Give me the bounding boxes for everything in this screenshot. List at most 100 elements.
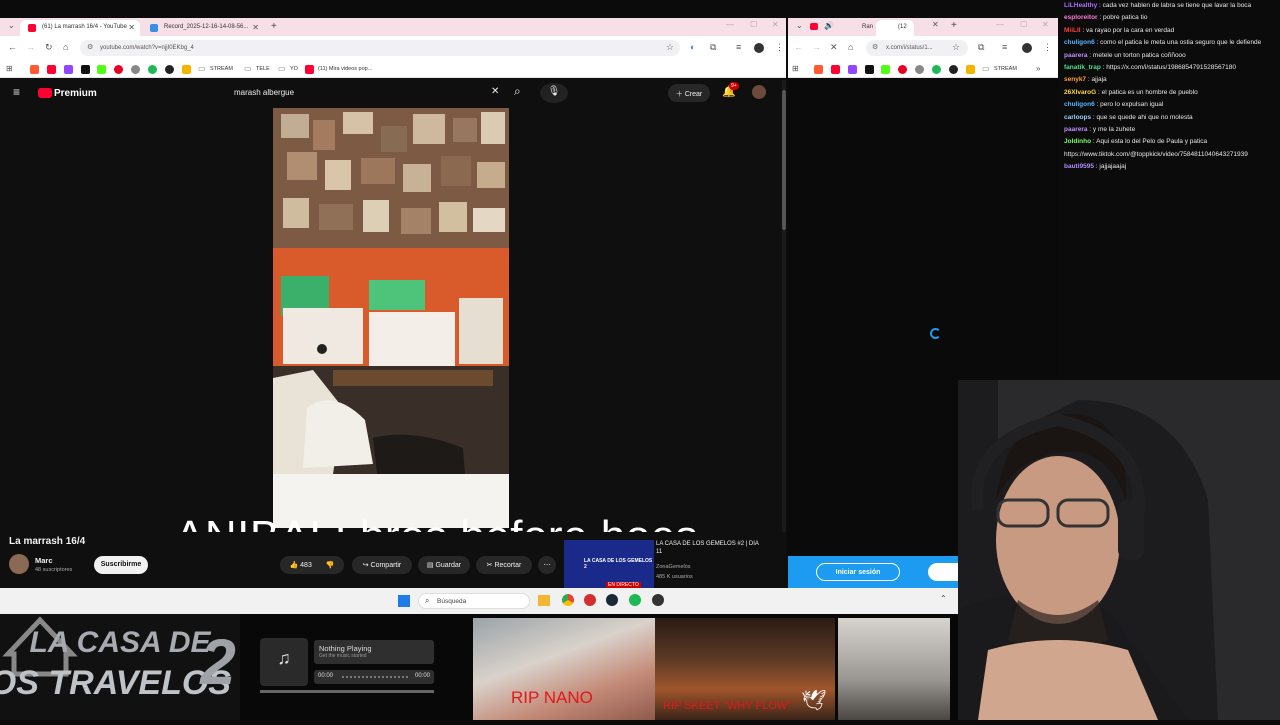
hamburger-menu-icon[interactable]: ≡	[13, 85, 20, 99]
new-tab-icon[interactable]: +	[951, 20, 957, 31]
forward-icon[interactable]: →	[26, 42, 35, 52]
bookmark-link[interactable]: (11) Mira videos pop...	[318, 66, 372, 72]
reload-icon[interactable]: ↻	[45, 42, 53, 53]
minimize-icon[interactable]: —	[996, 20, 1004, 29]
maximize-icon[interactable]: ☐	[1020, 20, 1027, 29]
stop-loading-icon[interactable]: ✕	[830, 42, 838, 53]
bookmark-icon[interactable]	[131, 65, 140, 74]
live-card-channel[interactable]: ZonaGemelos	[656, 564, 691, 570]
live-card-thumbnail[interactable]: LA CASA DE LOS GEMELOS 2 EN DIRECTO	[564, 540, 654, 588]
bookmark-folder-tele[interactable]: TELE	[256, 66, 270, 72]
live-card-title[interactable]: LA CASA DE LOS GEMELOS #2 | DIA 11	[656, 540, 766, 556]
bookmark-icon[interactable]	[165, 65, 174, 74]
chat-username[interactable]: esploreitor	[1064, 14, 1098, 21]
extensions-icon[interactable]: ⧉	[710, 42, 716, 53]
apps-grid-icon[interactable]: ⊞	[792, 64, 799, 73]
apps-grid-icon[interactable]: ⊞	[6, 64, 13, 73]
youtube-logo-icon[interactable]	[38, 88, 52, 98]
channel-name[interactable]: Marc	[35, 556, 53, 565]
scrollbar-thumb[interactable]	[782, 90, 786, 230]
file-explorer-icon[interactable]	[538, 595, 550, 606]
chat-username[interactable]: Joldinho	[1064, 138, 1091, 145]
extensions-icon[interactable]: ⧉	[978, 42, 984, 53]
tab-ran[interactable]: Ran	[840, 20, 874, 36]
chat-username[interactable]: chuligon6	[1064, 39, 1095, 46]
bookmark-icon[interactable]	[30, 65, 39, 74]
user-avatar[interactable]	[752, 85, 766, 99]
dislike-icon[interactable]: 👎	[326, 562, 335, 569]
chat-username[interactable]: carloops	[1064, 114, 1091, 121]
chat-username[interactable]: bauti9595	[1064, 163, 1094, 170]
create-button[interactable]: ＋ Crear	[668, 84, 710, 102]
close-window-icon[interactable]: ✕	[772, 20, 779, 29]
chat-link[interactable]: https://x.com/i/status/19868547915285671…	[1106, 64, 1236, 71]
pinterest-bookmark-icon[interactable]	[114, 65, 123, 74]
tiktok-bookmark-icon[interactable]	[81, 65, 90, 74]
close-tab-icon[interactable]: ✕	[252, 23, 259, 32]
more-bookmarks-icon[interactable]: »	[1036, 64, 1040, 73]
maximize-icon[interactable]: ☐	[750, 20, 757, 29]
home-icon[interactable]: ⌂	[848, 42, 853, 52]
bookmark-folder-stream[interactable]: STREAM	[210, 66, 233, 72]
chat-username[interactable]: LiLHealthy	[1064, 2, 1097, 9]
chat-username[interactable]: chuligon6	[1064, 101, 1095, 108]
windows-start-icon[interactable]	[398, 595, 410, 607]
login-button[interactable]: Iniciar sesión	[816, 563, 900, 581]
video-player[interactable]	[273, 108, 509, 528]
spotify-bookmark-icon[interactable]	[148, 65, 157, 74]
profile-avatar[interactable]	[754, 43, 764, 53]
twitch-bookmark-icon[interactable]	[848, 65, 857, 74]
search-input[interactable]: marash albergue ✕	[226, 84, 506, 102]
site-info-icon[interactable]: ⚙	[872, 43, 878, 51]
back-icon[interactable]: ←	[794, 42, 803, 52]
new-tab-icon[interactable]: +	[271, 21, 277, 32]
tab-youtube[interactable]: (61) La marrash 16/4 - YouTube ✕	[20, 20, 140, 36]
youtube-brand[interactable]: Premium	[54, 88, 97, 99]
subscribe-button[interactable]: Suscribirme	[94, 556, 148, 574]
chrome-icon[interactable]	[562, 594, 574, 606]
chat-link[interactable]: https://www.tiktok.com/@toppkick/video/7…	[1064, 151, 1248, 158]
bookmark-icon[interactable]	[949, 65, 958, 74]
bookmark-icon[interactable]	[814, 65, 823, 74]
chat-username[interactable]: senyk7	[1064, 76, 1086, 83]
chat-username[interactable]: fanatik_trap	[1064, 64, 1101, 71]
bookmark-icon[interactable]	[915, 65, 924, 74]
bookmark-star-icon[interactable]: ☆	[952, 42, 960, 53]
bookmark-folder-yo[interactable]: YO	[290, 66, 298, 72]
taskbar-search-input[interactable]: ⌕ Búsqueda	[418, 593, 530, 609]
more-actions-icon[interactable]: ⋯	[538, 556, 556, 574]
bookmark-icon[interactable]	[182, 65, 191, 74]
youtube-bookmark-icon[interactable]	[831, 65, 840, 74]
sidebar-icon[interactable]: ≡	[1002, 42, 1007, 52]
site-info-icon[interactable]: ⚙	[87, 43, 93, 51]
tiktok-bookmark-icon[interactable]	[865, 65, 874, 74]
search-icon[interactable]: ⌕	[514, 84, 521, 99]
bookmark-icon[interactable]	[966, 65, 975, 74]
chat-username[interactable]: 26XlvaroG	[1064, 89, 1096, 96]
voice-search-icon[interactable]: 🎙	[540, 83, 568, 103]
spotify-bookmark-icon[interactable]	[932, 65, 941, 74]
obs-icon[interactable]	[652, 594, 664, 606]
bookmark-star-icon[interactable]: ☆	[666, 42, 674, 53]
spotify-icon[interactable]	[629, 594, 641, 606]
twitch-bookmark-icon[interactable]	[64, 65, 73, 74]
browser-menu-icon[interactable]: ⋮	[1043, 42, 1052, 53]
recording-app-icon[interactable]	[584, 594, 596, 606]
extension-icon[interactable]: ◐	[690, 42, 695, 52]
minimize-icon[interactable]: —	[726, 20, 734, 29]
save-button[interactable]: ▤ Guardar	[418, 556, 470, 574]
sidebar-icon[interactable]: ≡	[736, 42, 741, 52]
close-tab-icon[interactable]: ✕	[932, 20, 939, 29]
chat-username[interactable]: paarera	[1064, 126, 1088, 133]
tray-chevron-icon[interactable]: ⌃	[940, 594, 947, 603]
kick-bookmark-icon[interactable]	[97, 65, 106, 74]
page-scrollbar[interactable]	[782, 80, 786, 588]
pinterest-bookmark-icon[interactable]	[898, 65, 907, 74]
chat-username[interactable]: MiiLII	[1064, 27, 1081, 34]
share-button[interactable]: ↪ Compartir	[352, 556, 412, 574]
back-icon[interactable]: ←	[8, 42, 17, 52]
profile-avatar[interactable]	[1022, 43, 1032, 53]
close-window-icon[interactable]: ✕	[1042, 20, 1049, 29]
youtube-bookmark-icon[interactable]	[47, 65, 56, 74]
chat-username[interactable]: paarera	[1064, 52, 1088, 59]
